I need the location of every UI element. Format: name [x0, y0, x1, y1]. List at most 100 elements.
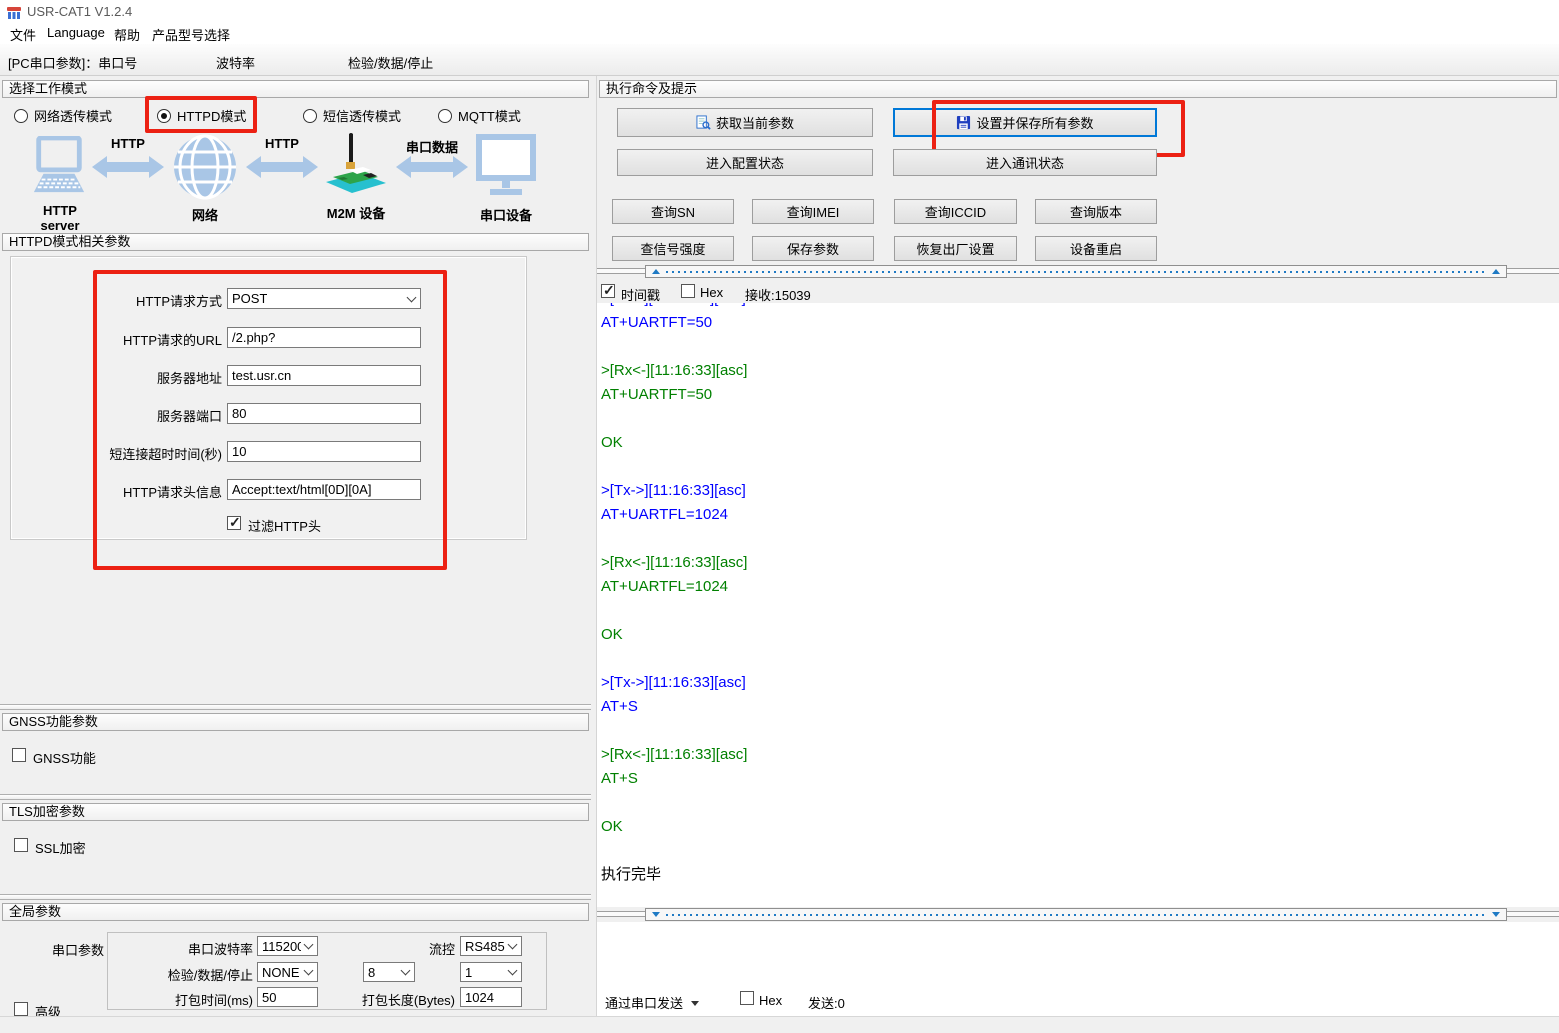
timestamp-checkbox[interactable] [601, 284, 615, 298]
chevron-down-icon [401, 966, 411, 976]
radio-net-transparent-mode[interactable]: 网络透传模式 [14, 106, 112, 125]
http-url-input[interactable] [227, 327, 421, 348]
log-line [601, 719, 1559, 743]
log-line: 执行完毕 [601, 863, 1559, 887]
query-sn-button[interactable]: 查询SN [612, 199, 734, 224]
menu-help[interactable]: 帮助 [114, 25, 140, 44]
global-stopbits-select[interactable]: 1 [460, 962, 522, 982]
log-splitter-handle[interactable] [645, 265, 1507, 278]
gnss-label: GNSS功能 [33, 748, 96, 767]
server-address-label: 服务器地址 [10, 368, 222, 387]
monitor-icon [476, 134, 536, 198]
log-line [601, 455, 1559, 479]
log-line: OK [601, 431, 1559, 455]
radio-icon [438, 109, 452, 123]
log-line [601, 791, 1559, 815]
flow-control-select[interactable]: RS485 [460, 936, 522, 956]
flow-control-label: 流控 [330, 939, 455, 958]
log-line: >[Tx->][11:16:33][asc] [601, 479, 1559, 503]
query-signal-button[interactable]: 查信号强度 [612, 236, 734, 261]
chevron-down-icon [508, 940, 518, 950]
baud-label: 波特率 [216, 53, 255, 72]
log-view[interactable]: >[Tx->][11:16:33][asc] AT+UARTFT=50 >[Rx… [597, 303, 1559, 907]
command-panel: 执行命令及提示 获取当前参数 设置并保存所有参数 进入配置状态 进入通讯状态 查… [597, 76, 1559, 1016]
link-label-http-2: HTTP [246, 136, 318, 151]
menu-language[interactable]: Language [47, 25, 105, 40]
log-line: AT+S [601, 767, 1559, 791]
section-splitter[interactable] [0, 794, 591, 800]
recv-hex-checkbox[interactable] [681, 284, 695, 298]
link-label-http-1: HTTP [92, 136, 164, 151]
global-parity-select[interactable]: NONE [257, 962, 318, 982]
section-splitter[interactable] [0, 894, 591, 900]
node-label-serial-device: 串口设备 [472, 205, 540, 224]
m2m-device-icon [324, 132, 388, 198]
save-params-button[interactable]: 保存参数 [752, 236, 874, 261]
httpd-params-header: HTTPD模式相关参数 [2, 233, 589, 251]
log-line: AT+S [601, 695, 1559, 719]
short-conn-timeout-input[interactable] [227, 441, 421, 462]
pack-time-label: 打包时间(ms) [100, 990, 253, 1009]
gnss-checkbox[interactable] [12, 748, 26, 762]
enter-config-state-button[interactable]: 进入配置状态 [617, 149, 873, 176]
splitter-dots-icon [666, 271, 1486, 273]
menu-product-model[interactable]: 产品型号选择 [152, 25, 230, 44]
section-splitter[interactable] [0, 704, 591, 710]
log-line: AT+UARTFL=1024 [601, 575, 1559, 599]
pack-length-label: 打包长度(Bytes) [330, 990, 455, 1009]
node-label-m2m-device: M2M 设备 [320, 203, 392, 222]
gnss-header: GNSS功能参数 [2, 713, 589, 731]
filter-http-checkbox[interactable] [227, 516, 241, 530]
http-method-select[interactable]: POST [227, 288, 421, 309]
node-label-http-server: HTTP server [24, 203, 96, 233]
global-baud-select[interactable]: 115200 [257, 936, 318, 956]
sent-count-label: 发送:0 [808, 993, 845, 1012]
chevron-down-icon [304, 940, 314, 950]
server-port-input[interactable] [227, 403, 421, 424]
chevron-down-icon [304, 966, 314, 976]
set-save-all-params-button[interactable]: 设置并保存所有参数 [893, 108, 1157, 137]
advanced-checkbox[interactable] [14, 1002, 28, 1016]
log-line: AT+UARTFT=50 [601, 383, 1559, 407]
send-hex-checkbox[interactable] [740, 991, 754, 1005]
window-title: USR-CAT1 V1.2.4 [27, 4, 132, 19]
radio-icon [303, 109, 317, 123]
serial-toolbar: [PC串口参数]：串口号 COM4 波特率 115200 检验/数据/停止 NO… [0, 44, 1559, 76]
send-splitter-handle[interactable] [645, 908, 1507, 921]
device-reboot-button[interactable]: 设备重启 [1035, 236, 1157, 261]
splitter-arrow-up-icon [652, 269, 660, 274]
ssl-checkbox[interactable] [14, 838, 28, 852]
pack-time-input[interactable] [257, 987, 318, 1007]
log-line [601, 335, 1559, 359]
radio-mqtt-mode[interactable]: MQTT模式 [438, 106, 521, 125]
send-hex-label: Hex [759, 993, 782, 1008]
menu-file[interactable]: 文件 [10, 25, 36, 44]
get-params-button[interactable]: 获取当前参数 [617, 108, 873, 137]
splitter-arrow-up-icon [1492, 269, 1500, 274]
enter-comm-state-button[interactable]: 进入通讯状态 [893, 149, 1157, 176]
work-mode-header: 选择工作模式 [2, 80, 589, 98]
recv-count-label: 接收:15039 [745, 285, 811, 304]
log-line: AT+UARTFL=1024 [601, 503, 1559, 527]
pc-serial-label: [PC串口参数]：串口号 [8, 53, 137, 72]
radio-httpd-mode[interactable]: HTTPD模式 [157, 106, 246, 125]
send-via-serial-dropdown[interactable]: 通过串口发送 [605, 993, 699, 1012]
radio-selected-icon [157, 109, 171, 123]
filter-http-label: 过滤HTTP头 [248, 516, 321, 535]
query-version-button[interactable]: 查询版本 [1035, 199, 1157, 224]
server-address-input[interactable] [227, 365, 421, 386]
global-params-header: 全局参数 [2, 903, 589, 921]
query-iccid-button[interactable]: 查询ICCID [894, 199, 1017, 224]
radio-icon [14, 109, 28, 123]
radio-sms-transparent-mode[interactable]: 短信透传模式 [303, 106, 401, 125]
global-parity-label: 检验/数据/停止 [100, 965, 253, 984]
global-databits-select[interactable]: 8 [363, 962, 415, 982]
splitter-arrow-down-icon [1492, 912, 1500, 917]
http-method-label: HTTP请求方式 [10, 291, 222, 310]
log-line: AT+UARTFT=50 [601, 311, 1559, 335]
pack-length-input[interactable] [460, 987, 522, 1007]
http-header-input[interactable] [227, 479, 421, 500]
log-line [601, 407, 1559, 431]
factory-reset-button[interactable]: 恢复出厂设置 [894, 236, 1017, 261]
query-imei-button[interactable]: 查询IMEI [752, 199, 874, 224]
